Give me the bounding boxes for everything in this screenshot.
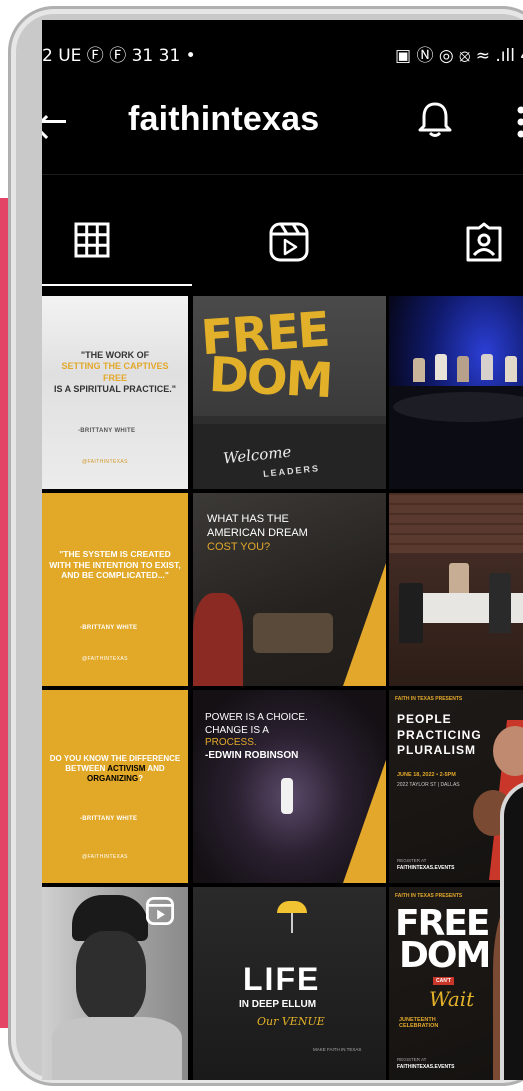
event-title-1: PEOPLE: [397, 712, 452, 726]
quote-text: "THE WORK OF: [80, 350, 150, 360]
freedom-logo-bottom: DOM: [207, 346, 333, 410]
profile-username: faithintexas: [128, 100, 320, 138]
post-life-deep-ellum[interactable]: LIFE IN DEEP ELLUM Our VENUE MAKE FAITH …: [193, 887, 386, 1080]
post-handle: @FAITHINTEXAS: [82, 854, 128, 860]
quote-highlight-activism: ACTIVISM: [107, 764, 146, 773]
status-left-icons: 2 UE Ⓕ Ⓕ 31 31 •: [42, 46, 196, 66]
headline-line1: POWER IS A CHOICE.: [205, 712, 308, 723]
tab-reels[interactable]: [217, 180, 367, 290]
quote-question-mark: ?: [138, 774, 143, 783]
headline-line1: WHAT HAS THE: [207, 513, 289, 525]
event-kicker: FAITH IN TEXAS PRESENTS: [395, 696, 463, 702]
profile-header: faithintexas: [42, 80, 523, 180]
freedom-logo-bottom: DOM: [399, 935, 491, 976]
register-label: REGISTER AT: [397, 858, 427, 863]
event-name: JUNETEENTH CELEBRATION: [399, 1017, 439, 1029]
back-arrow-icon[interactable]: [42, 120, 66, 123]
quote-author: -BRITTANY WHITE: [78, 428, 136, 434]
life-foot-text: MAKE FAITH IN TEXAS: [313, 1047, 362, 1052]
quote-author: -BRITTANY WHITE: [80, 625, 138, 631]
reel-badge-icon: [146, 897, 174, 925]
post-quote-work[interactable]: "THE WORK OF SETTING THE CAPTIVES FREE I…: [42, 296, 188, 489]
life-subheadline: IN DEEP ELLUM: [239, 999, 317, 1010]
event-venue: 2022 TAYLOR ST | DALLAS: [397, 782, 460, 788]
status-right-icons: ▣ Ⓝ ◎ ⦻ ≈ .ıll 49: [394, 46, 523, 66]
venue-script: Our VENUE: [257, 1015, 325, 1028]
cant-badge: CAN'T: [433, 977, 455, 985]
phone-screen: 2 UE Ⓕ Ⓕ 31 31 • ▣ Ⓝ ◎ ⦻ ≈ .ıll 49 faith…: [42, 20, 523, 1080]
post-freedom-welcome[interactable]: FREE DOM Welcome LEADERS: [193, 296, 386, 489]
quote-author: -BRITTANY WHITE: [80, 816, 138, 822]
event-kicker: FAITH IN TEXAS PRESENTS: [395, 893, 463, 899]
tab-tagged[interactable]: [392, 180, 523, 290]
post-quote-system[interactable]: "THE SYSTEM IS CREATED WITH THE INTENTIO…: [42, 493, 188, 686]
post-reel-video[interactable]: [42, 887, 188, 1080]
status-bar: 2 UE Ⓕ Ⓕ 31 31 • ▣ Ⓝ ◎ ⦻ ≈ .ıll 49: [42, 20, 523, 80]
quote-text: "THE SYSTEM IS CREATED WITH THE INTENTIO…: [49, 549, 181, 581]
post-handle: @FAITHINTEXAS: [82, 656, 128, 662]
post-panel-event[interactable]: [389, 296, 523, 489]
grid-icon: [74, 222, 110, 258]
post-power-choice[interactable]: POWER IS A CHOICE. CHANGE IS A PROCESS. …: [193, 690, 386, 883]
register-label: REGISTER AT: [397, 1057, 427, 1062]
headline-line2: AMERICAN DREAM: [207, 526, 308, 539]
register-url: FAITHINTEXAS.EVENTS: [397, 1064, 455, 1070]
tagged-icon: [466, 222, 502, 262]
register-url: FAITHINTEXAS.EVENTS: [397, 865, 455, 871]
event-title-2: PRACTICING: [397, 727, 482, 742]
headline-line3: PROCESS.: [205, 737, 257, 748]
headline-line3: COST YOU?: [207, 540, 271, 553]
wait-script: Wait: [429, 987, 475, 1011]
event-title-3: PLURALISM: [397, 743, 476, 758]
header-divider: [42, 174, 523, 175]
post-quote-activism[interactable]: DO YOU KNOW THE DIFFERENCE BETWEEN ACTIV…: [42, 690, 188, 883]
quote-highlight: SETTING THE CAPTIVES FREE: [61, 361, 169, 383]
speaker-name: -EDWIN ROBINSON: [205, 750, 299, 761]
quote-text-and: AND: [147, 764, 165, 773]
active-tab-indicator: [42, 284, 192, 286]
quote-text-end: IS A SPIRITUAL PRACTICE.": [54, 383, 176, 394]
reels-icon: [269, 222, 309, 262]
event-date: JUNE 18, 2022 • 2-5PM: [397, 772, 456, 778]
tab-posts[interactable]: [42, 180, 192, 290]
more-options-icon[interactable]: [516, 102, 523, 142]
headline-line2: CHANGE IS A: [205, 724, 269, 736]
life-headline: LIFE: [243, 961, 321, 997]
post-american-dream[interactable]: WHAT HAS THE AMERICAN DREAM COST YOU?: [193, 493, 386, 686]
second-phone-edge: [500, 780, 523, 1080]
notification-bell-icon[interactable]: [415, 100, 455, 140]
profile-tabs: [42, 180, 523, 290]
phone-frame: 2 UE Ⓕ Ⓕ 31 31 • ▣ Ⓝ ◎ ⦻ ≈ .ıll 49 faith…: [8, 6, 523, 1086]
quote-highlight-organizing: ORGANIZING: [87, 774, 139, 783]
post-community-gathering[interactable]: [389, 493, 523, 686]
post-handle: @FAITHINTEXAS: [82, 459, 128, 465]
